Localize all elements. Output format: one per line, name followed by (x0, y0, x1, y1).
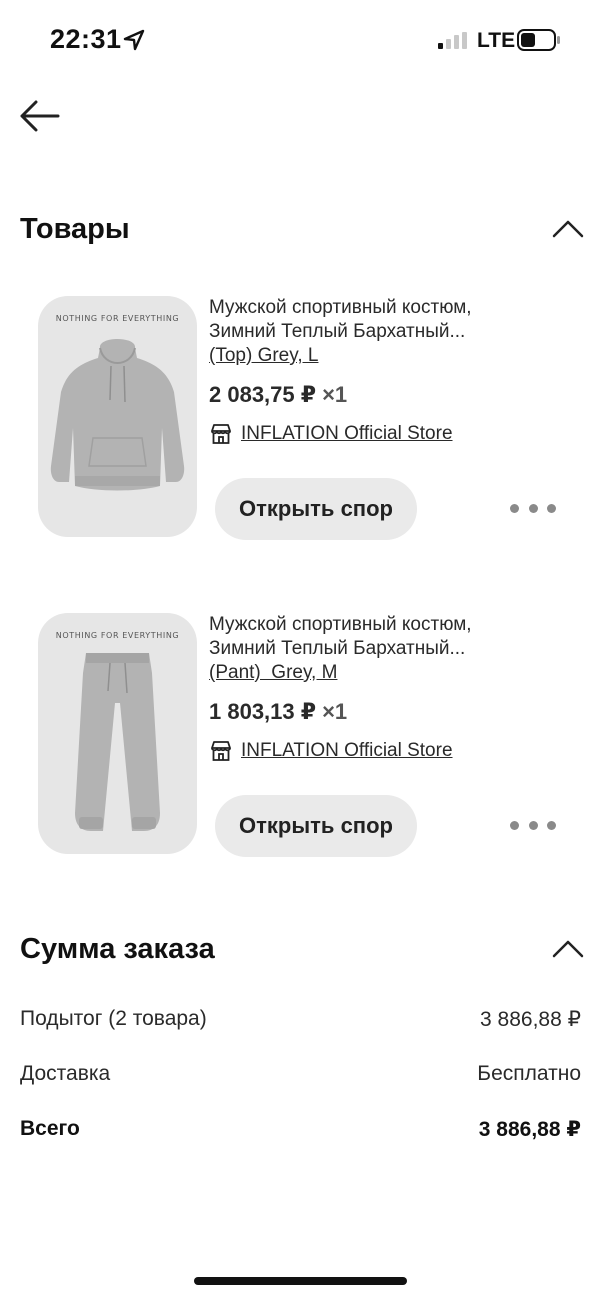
product-variant[interactable]: (Top) Grey, L (209, 344, 569, 368)
summary-section-title: Сумма заказа (20, 933, 215, 965)
delivery-row: Доставка Бесплатно (20, 1062, 581, 1092)
price-row: 2 083,75 ₽ ×1 (209, 382, 569, 410)
home-indicator[interactable] (194, 1277, 407, 1285)
summary-section-header[interactable]: Сумма заказа (20, 925, 585, 975)
status-bar: 22:31 LTE (0, 0, 600, 80)
product-quantity: ×1 (322, 699, 348, 724)
delivery-label: Доставка (20, 1062, 111, 1085)
subtotal-value: 3 886,88 ₽ (480, 1008, 581, 1031)
network-type: LTE (477, 29, 516, 52)
more-options-icon[interactable] (510, 493, 556, 523)
product-image[interactable]: NOTHING FOR EVERYTHING (38, 613, 197, 854)
total-label: Всего (20, 1117, 80, 1140)
back-arrow-icon[interactable] (16, 96, 64, 136)
products-section-title: Товары (20, 213, 130, 245)
product-info: Мужской спортивный костюм, Зимний Теплый… (209, 613, 569, 765)
product-item: NOTHING FOR EVERYTHING Мужской спортивны… (38, 613, 568, 858)
product-info: Мужской спортивный костюм, Зимний Теплый… (209, 296, 569, 448)
product-quantity: ×1 (322, 382, 348, 407)
chevron-up-icon[interactable] (551, 215, 585, 241)
open-dispute-button[interactable]: Открыть спор (215, 478, 417, 540)
product-item: NOTHING FOR EVERYTHING Мужской спортивны… (38, 296, 568, 541)
product-title-line2[interactable]: Зимний Теплый Бархатный... (209, 320, 569, 344)
total-row: Всего 3 886,88 ₽ (20, 1117, 581, 1147)
product-variant[interactable]: (Pant) Grey, M (209, 661, 569, 685)
store-link[interactable]: INFLATION Official Store (209, 422, 569, 448)
product-image[interactable]: NOTHING FOR EVERYTHING (38, 296, 197, 537)
store-icon (211, 741, 231, 761)
subtotal-row: Подытог (2 товара) 3 886,88 ₽ (20, 1007, 581, 1037)
product-title-line1[interactable]: Мужской спортивный костюм, (209, 613, 569, 637)
store-name[interactable]: INFLATION Official Store (241, 423, 453, 445)
products-section-header[interactable]: Товары (20, 205, 585, 255)
store-link[interactable]: INFLATION Official Store (209, 739, 569, 765)
hoodie-icon (50, 339, 185, 491)
store-icon (211, 424, 231, 444)
store-name[interactable]: INFLATION Official Store (241, 740, 453, 762)
product-title-line2[interactable]: Зимний Теплый Бархатный... (209, 637, 569, 661)
product-price: 1 803,13 ₽ (209, 699, 317, 724)
pants-icon (75, 653, 160, 831)
product-title-line1[interactable]: Мужской спортивный костюм, (209, 296, 569, 320)
price-row: 1 803,13 ₽ ×1 (209, 699, 569, 727)
product-price: 2 083,75 ₽ (209, 382, 317, 407)
chevron-up-icon[interactable] (551, 935, 585, 961)
open-dispute-button[interactable]: Открыть спор (215, 795, 417, 857)
delivery-value: Бесплатно (477, 1062, 581, 1085)
signal-icon (438, 32, 467, 49)
subtotal-label: Подытог (2 товара) (20, 1007, 207, 1030)
battery-icon (517, 29, 560, 51)
location-arrow-icon (123, 29, 145, 51)
status-time: 22:31 (50, 24, 122, 54)
total-value: 3 886,88 ₽ (478, 1118, 581, 1141)
more-options-icon[interactable] (510, 810, 556, 840)
